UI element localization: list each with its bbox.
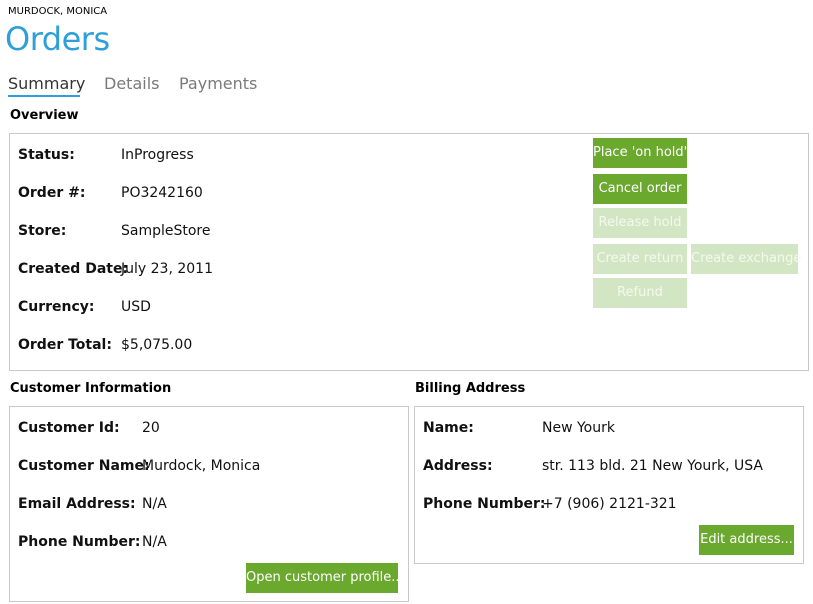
currency-value: USD [121, 299, 151, 315]
billing-name-value: New Yourk [542, 420, 615, 436]
currency-label: Currency: [18, 299, 95, 315]
created-date-label: Created Date: [18, 261, 129, 277]
page-title: Orders [5, 20, 110, 58]
cancel-order-button[interactable]: Cancel order [593, 174, 687, 204]
order-number-label: Order #: [18, 185, 86, 201]
billing-panel: Name: New Yourk Address: str. 113 bld. 2… [414, 406, 804, 564]
overview-section-label: Overview [10, 108, 79, 123]
place-on-hold-button[interactable]: Place 'on hold' [593, 138, 687, 168]
customer-panel: Customer Id: 20 Customer Name: Murdock, … [9, 406, 409, 602]
customer-name-value: Murdock, Monica [142, 458, 261, 474]
refund-button[interactable]: Refund [593, 278, 687, 308]
billing-phone-value: +7 (906) 2121-321 [542, 496, 677, 512]
order-number-value: PO3242160 [121, 185, 203, 201]
store-label: Store: [18, 223, 67, 239]
email-address-value: N/A [142, 496, 167, 512]
edit-address-button[interactable]: Edit address... [699, 525, 794, 555]
create-exchange-button[interactable]: Create exchange [691, 244, 801, 274]
customer-section-label: Customer Information [10, 381, 172, 396]
tab-payments[interactable]: Payments [179, 74, 257, 94]
tab-summary[interactable]: Summary [8, 74, 85, 94]
billing-address-label: Address: [423, 458, 493, 474]
order-total-value: $5,075.00 [121, 337, 193, 353]
customer-id-label: Customer Id: [18, 420, 120, 436]
billing-address-value: str. 113 bld. 21 New Yourk, USA [542, 458, 764, 474]
tab-details[interactable]: Details [104, 74, 159, 94]
customer-header-name: MURDOCK, MONICA [8, 6, 108, 17]
order-total-label: Order Total: [18, 337, 112, 353]
billing-name-label: Name: [423, 420, 474, 436]
email-address-label: Email Address: [18, 496, 136, 512]
customer-phone-label: Phone Number: [18, 534, 141, 550]
created-date-value: July 23, 2011 [121, 261, 213, 277]
customer-id-value: 20 [142, 420, 160, 436]
billing-phone-label: Phone Number: [423, 496, 546, 512]
tab-active-underline [8, 95, 80, 97]
status-label: Status: [18, 147, 75, 163]
create-return-button[interactable]: Create return [593, 244, 687, 274]
customer-phone-value: N/A [142, 534, 167, 550]
store-value: SampleStore [121, 223, 211, 239]
overview-panel: Status: InProgress Order #: PO3242160 St… [9, 133, 809, 371]
status-value: InProgress [121, 147, 194, 163]
billing-section-label: Billing Address [415, 381, 526, 396]
open-customer-profile-button[interactable]: Open customer profile... [246, 563, 404, 593]
orders-page: MURDOCK, MONICA Orders Summary Details P… [0, 0, 813, 604]
release-hold-button[interactable]: Release hold [593, 208, 687, 238]
customer-name-label: Customer Name: [18, 458, 150, 474]
